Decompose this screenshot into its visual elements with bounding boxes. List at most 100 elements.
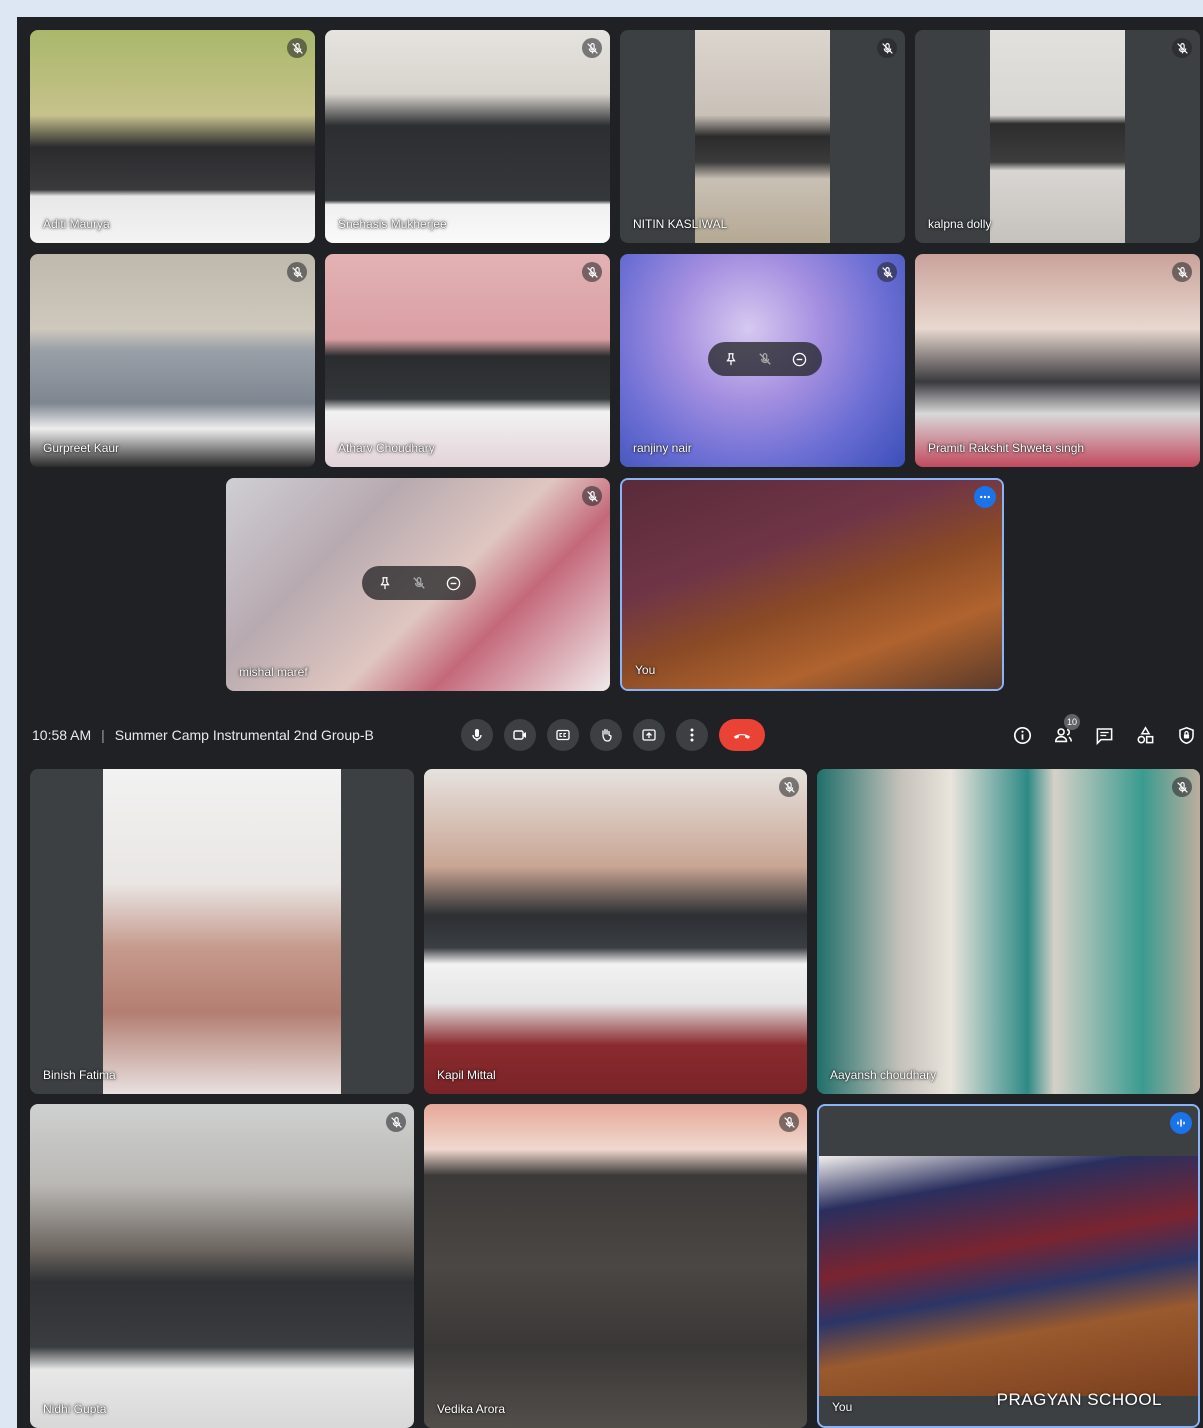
activities-button[interactable] (1134, 724, 1156, 746)
participant-name: Gurpreet Kaur (43, 441, 120, 455)
meeting-title: Summer Camp Instrumental 2nd Group-B (114, 727, 374, 743)
call-controls (461, 703, 765, 767)
participant-tile[interactable]: Vedika Arora (424, 1104, 807, 1428)
host-controls-icon (1178, 726, 1194, 744)
participant-tile[interactable]: Binish Fatima (30, 769, 414, 1094)
tile-hover-controls (362, 566, 476, 600)
mic-off-icon (779, 777, 799, 797)
meet-window: Aditi Maurya Snehasis Mukherjee NITIN KA… (17, 17, 1203, 1428)
pin-icon[interactable] (368, 570, 402, 596)
participant-tile[interactable]: Gurpreet Kaur (30, 254, 315, 467)
video-feed (622, 480, 1002, 689)
pin-icon[interactable] (714, 346, 748, 372)
mic-off-icon (1172, 262, 1192, 282)
participant-count-badge: 10 (1063, 714, 1080, 730)
video-feed (30, 30, 315, 243)
participant-name: Aayansh choudhary (830, 1068, 937, 1082)
participant-name: kalpna dolly (928, 217, 992, 231)
present-icon (642, 729, 656, 741)
meeting-tools: 10 (1011, 703, 1197, 767)
camera-button[interactable] (504, 719, 536, 751)
video-feed (103, 769, 341, 1094)
video-feed (30, 1104, 414, 1428)
mic-off-icon[interactable] (748, 346, 782, 372)
mic-off-icon (287, 38, 307, 58)
separator: | (101, 727, 105, 743)
captions-button[interactable] (547, 719, 579, 751)
participant-tile[interactable]: mishal maref (226, 478, 610, 691)
video-feed (30, 254, 315, 467)
raise-hand-icon (602, 728, 612, 742)
participant-name: mishal maref (239, 665, 308, 679)
participant-tile[interactable]: NITIN KASLIWAL (620, 30, 905, 243)
host-controls-button[interactable] (1175, 724, 1197, 746)
speaking-indicator-icon (1170, 1112, 1192, 1134)
participant-name: You (832, 1400, 853, 1414)
participant-tile[interactable]: ranjiny nair (620, 254, 905, 467)
video-feed (325, 30, 610, 243)
mic-off-icon (287, 262, 307, 282)
participant-tile[interactable]: Aayansh choudhary (817, 769, 1200, 1094)
captions-icon (556, 729, 570, 741)
activities-icon (1136, 725, 1153, 744)
participant-tile[interactable]: kalpna dolly (915, 30, 1200, 243)
participant-tile[interactable]: Pramiti Rakshit Shweta singh (915, 254, 1200, 467)
participant-tile[interactable]: Aditi Maurya (30, 30, 315, 243)
control-bar: 10:58 AM | Summer Camp Instrumental 2nd … (17, 703, 1203, 767)
participant-name: Atharv Choudhary (338, 441, 435, 455)
more-options-icon[interactable] (974, 486, 996, 508)
participant-name: ranjiny nair (633, 441, 692, 455)
participant-tile[interactable]: Nidhi Gupta (30, 1104, 414, 1428)
participant-tile[interactable]: Atharv Choudhary (325, 254, 610, 467)
info-icon (1013, 726, 1031, 744)
self-view-tile[interactable]: You PRAGYAN SCHOOL (817, 1104, 1200, 1428)
mic-off-icon (1172, 777, 1192, 797)
people-button[interactable]: 10 (1052, 714, 1080, 746)
participant-name: Vedika Arora (437, 1402, 506, 1416)
video-feed (990, 30, 1125, 243)
microphone-button[interactable] (461, 719, 493, 751)
participant-name: Binish Fatima (43, 1068, 116, 1082)
meeting-time: 10:58 AM (32, 727, 92, 743)
mic-off-icon (877, 38, 897, 58)
remove-icon[interactable] (782, 346, 816, 372)
chat-button[interactable] (1093, 724, 1115, 746)
mic-off-icon (386, 1112, 406, 1132)
video-feed (915, 254, 1200, 467)
mic-off-icon (582, 38, 602, 58)
video-feed (424, 1104, 807, 1428)
raise-hand-button[interactable] (590, 719, 622, 751)
microphone-icon (472, 729, 482, 741)
participant-name: Snehasis Mukherjee (338, 217, 447, 231)
end-call-icon (733, 734, 751, 739)
participant-name: NITIN KASLIWAL (633, 217, 728, 231)
video-feed (424, 769, 807, 1094)
camera-icon (513, 730, 526, 740)
more-options-button[interactable] (676, 719, 708, 751)
participant-tile[interactable]: Kapil Mittal (424, 769, 807, 1094)
school-watermark: PRAGYAN SCHOOL (996, 1390, 1162, 1409)
self-view-tile[interactable]: You (620, 478, 1004, 691)
end-call-button[interactable] (719, 719, 765, 751)
more-options-icon (690, 728, 694, 742)
mic-off-icon (582, 486, 602, 506)
participant-tile[interactable]: Snehasis Mukherjee (325, 30, 610, 243)
tile-hover-controls (708, 342, 822, 376)
mic-off-icon (877, 262, 897, 282)
participant-name: You (635, 663, 656, 677)
remove-icon[interactable] (436, 570, 470, 596)
mic-off-icon[interactable] (402, 570, 436, 596)
video-feed (695, 30, 830, 243)
meeting-details: 10:58 AM | Summer Camp Instrumental 2nd … (32, 703, 374, 767)
present-button[interactable] (633, 719, 665, 751)
mic-off-icon (779, 1112, 799, 1132)
participant-name: Kapil Mittal (437, 1068, 496, 1082)
mic-off-icon (1172, 38, 1192, 58)
participant-name: Aditi Maurya (43, 217, 110, 231)
chat-icon (1096, 727, 1112, 745)
video-feed (819, 1156, 1198, 1396)
info-button[interactable] (1011, 724, 1033, 746)
mic-off-icon (582, 262, 602, 282)
participant-name: Pramiti Rakshit Shweta singh (928, 441, 1085, 455)
video-feed (325, 254, 610, 467)
